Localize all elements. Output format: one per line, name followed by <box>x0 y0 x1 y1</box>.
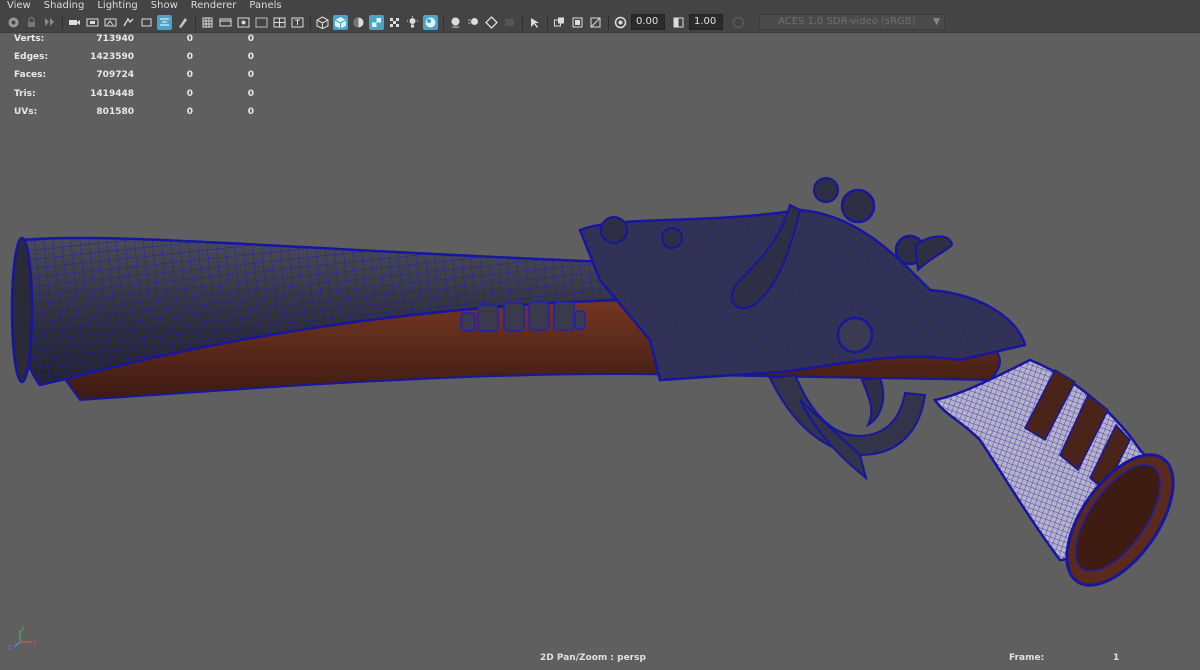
flintlock-pistol-model[interactable] <box>0 34 1200 634</box>
menu-panels[interactable]: Panels <box>249 0 281 12</box>
view-transform-icon[interactable] <box>731 15 746 30</box>
axis-gizmo-icon: y x z <box>8 625 37 650</box>
gate-mask-toggle-icon[interactable] <box>254 15 269 30</box>
grid-icon[interactable] <box>200 15 215 30</box>
wireframe-icon[interactable] <box>315 15 330 30</box>
depth-of-field-icon[interactable] <box>502 15 517 30</box>
field-chart-icon[interactable] <box>139 15 154 30</box>
color-space-label: ACES 1.0 SDR-video (sRGB) <box>778 16 916 27</box>
axis-x-label: x <box>33 639 37 646</box>
toolbar-separator <box>62 14 63 30</box>
toolbar-separator <box>608 14 609 30</box>
film-gate-icon[interactable] <box>85 15 100 30</box>
bookmark-icon[interactable] <box>42 15 57 30</box>
gate-mask-icon[interactable] <box>121 15 136 30</box>
panel-toolbar: 0.00 1.00 ACES 1.0 SDR-video (sRGB) ▼ <box>0 12 1200 33</box>
field-chart-toggle-icon[interactable] <box>272 15 287 30</box>
lock-camera-icon[interactable] <box>24 15 39 30</box>
toolbar-separator <box>310 14 311 30</box>
toolbar-separator <box>443 14 444 30</box>
chevron-down-icon: ▼ <box>933 17 940 27</box>
frizzen <box>913 235 954 273</box>
motion-blur-icon[interactable] <box>466 15 481 30</box>
isolate-select-icon[interactable] <box>527 15 542 30</box>
anti-alias-icon[interactable] <box>484 15 499 30</box>
xray-joints-icon[interactable] <box>570 15 585 30</box>
menu-show[interactable]: Show <box>151 0 178 12</box>
backface-icon[interactable] <box>588 15 603 30</box>
camera-hud-label: 2D Pan/Zoom : persp <box>540 653 646 663</box>
rivet-plates <box>460 301 586 332</box>
resolution-gate-icon[interactable] <box>103 15 118 30</box>
film-gate-toggle-icon[interactable] <box>218 15 233 30</box>
textured-icon[interactable] <box>369 14 384 30</box>
menu-shading[interactable]: Shading <box>44 0 85 12</box>
frizzen-spring <box>836 316 874 354</box>
hammer-screw <box>840 188 876 224</box>
axis-z-label: z <box>8 644 11 650</box>
panel-menu-bar: View Shading Lighting Show Renderer Pane… <box>0 0 1200 12</box>
image-plane-icon[interactable] <box>67 15 82 30</box>
trigger <box>860 376 885 428</box>
checker-icon[interactable] <box>387 15 402 30</box>
smooth-shade-icon[interactable] <box>333 14 348 30</box>
toolbar-separator <box>547 14 548 30</box>
menu-renderer[interactable]: Renderer <box>191 0 237 12</box>
color-space-dropdown[interactable]: ACES 1.0 SDR-video (sRGB) ▼ <box>759 14 945 30</box>
safe-action-icon[interactable] <box>290 15 305 30</box>
toolbar-separator <box>195 14 196 30</box>
gamma-field[interactable]: 1.00 <box>689 14 723 30</box>
muzzle <box>10 236 34 384</box>
resolution-gate-toggle-icon[interactable] <box>236 15 251 30</box>
exposure-field[interactable]: 0.00 <box>631 14 665 30</box>
gamma-icon[interactable] <box>671 15 686 30</box>
default-material-icon[interactable] <box>351 15 366 30</box>
xray-icon[interactable] <box>552 15 567 30</box>
shadows-icon[interactable] <box>423 14 438 30</box>
lights-icon[interactable] <box>405 15 420 30</box>
axis-y-label: y <box>21 625 25 632</box>
exposure-icon[interactable] <box>613 15 628 30</box>
camera-attr-icon[interactable] <box>175 15 190 30</box>
ambient-occlusion-icon[interactable] <box>448 15 463 30</box>
menu-view[interactable]: View <box>7 0 31 12</box>
toolbar-separator <box>522 14 523 30</box>
frame-hud-label: Frame: <box>1009 653 1045 663</box>
menu-lighting[interactable]: Lighting <box>97 0 137 12</box>
camera-select-icon[interactable] <box>6 15 21 30</box>
frame-hud-value: 1 <box>1113 653 1120 663</box>
safe-title-icon[interactable] <box>157 14 172 30</box>
